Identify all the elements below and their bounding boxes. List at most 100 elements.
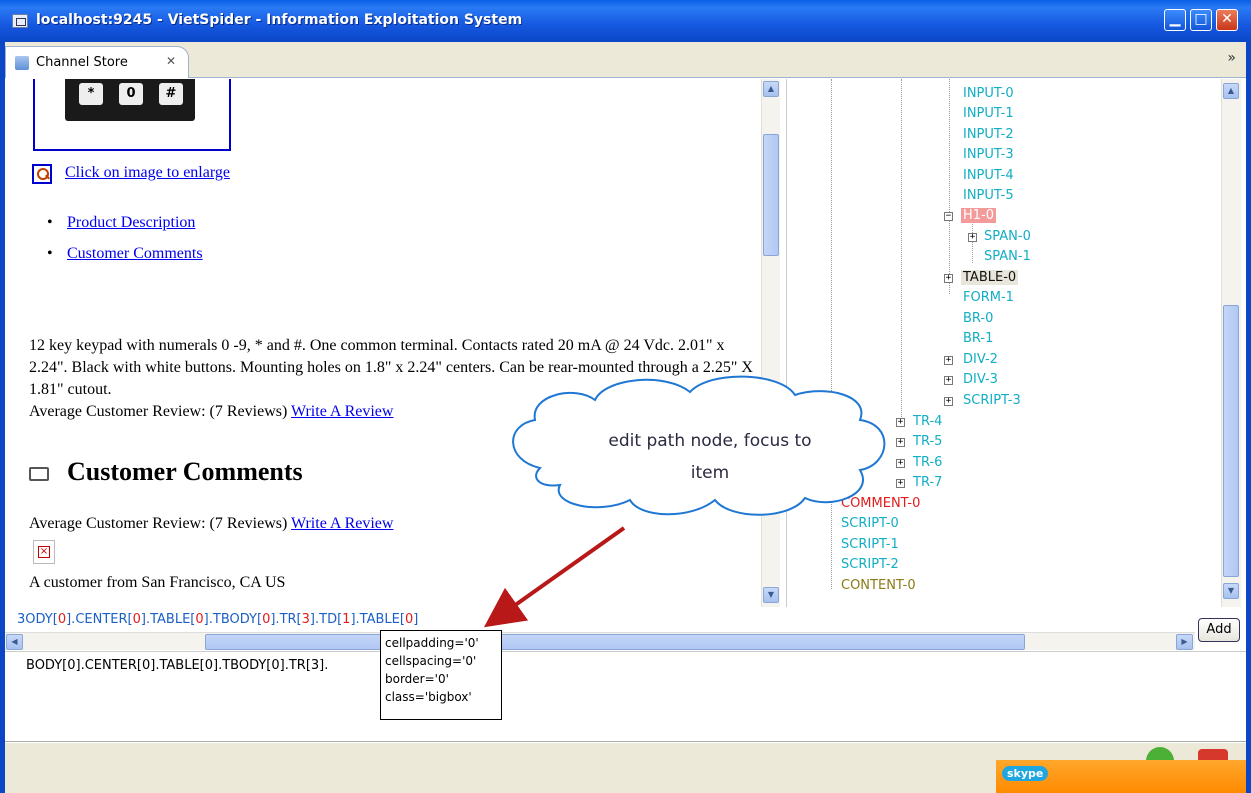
broken-image-icon: × [33,540,55,564]
chevron-more-icon[interactable]: » [1227,50,1236,66]
write-review-link-2[interactable]: Write A Review [291,515,393,532]
key-zero: 0 [119,83,143,105]
tab-label: Channel Store [36,55,128,70]
product-description-link[interactable]: Product Description [67,214,195,231]
dom-tree-pane: INPUT-0 INPUT-1 INPUT-2 INPUT-3 INPUT-4 … [786,79,1241,607]
tree-node[interactable]: SCRIPT-3 [963,393,1021,408]
window-title: localhost:9245 - VietSpider - Informatio… [36,12,523,28]
expand-icon[interactable]: + [944,376,953,385]
path-separator: ]. [309,612,320,627]
path-segment-index[interactable]: 0 [58,612,66,627]
path-segment-name[interactable]: TABLE[ [150,612,195,627]
scroll-thumb[interactable] [1223,305,1239,577]
scroll-right-button[interactable]: ▶ [1176,634,1193,650]
book-icon [29,467,49,482]
tree-node[interactable]: TR-5 [913,434,942,449]
tab-close-icon[interactable]: ✕ [166,54,176,68]
path-segment-name[interactable]: TR[ [280,612,302,627]
average-review-text: Average Customer Review: (7 Reviews) [29,515,288,532]
path-segment-index[interactable]: 0 [195,612,203,627]
window-frame-right [1246,42,1251,793]
scroll-left-button[interactable]: ◀ [6,634,23,650]
tooltip-line: class='bigbox' [385,690,472,704]
tree-node[interactable]: SCRIPT-2 [841,557,899,572]
path-separator: ]. [66,612,76,627]
customer-comments-heading: Customer Comments [29,457,303,487]
close-button[interactable]: ✕ [1216,9,1238,31]
web-preview-pane: * 0 # Click on image to enlarge Product … [5,79,759,607]
keypad-image: * 0 # [65,79,195,121]
key-hash: # [159,83,183,105]
path-input[interactable]: 3ODY[0].CENTER[0].TABLE[0].TBODY[0].TR[3… [17,612,418,627]
path-scrollbar[interactable]: ◀ ▶ [5,632,1195,650]
tree-node[interactable]: DIV-3 [963,372,998,387]
tree-node[interactable]: INPUT-0 [963,86,1014,101]
path-editor[interactable]: 3ODY[0].CENTER[0].TABLE[0].TBODY[0].TR[3… [5,607,1246,631]
magnifier-icon[interactable] [32,164,52,184]
tree-node[interactable]: TR-6 [913,455,942,470]
write-review-link[interactable]: Write A Review [291,403,393,420]
scroll-down-button[interactable]: ▼ [763,587,779,603]
tree-node[interactable]: FORM-1 [963,290,1014,305]
customer-comments-link[interactable]: Customer Comments [67,245,203,262]
tree-scrollbar[interactable]: ▲ ▼ [1221,79,1241,607]
path-segment-index[interactable]: 3 [302,612,310,627]
app-icon [12,14,28,28]
expand-icon[interactable]: + [968,233,977,242]
tree-node[interactable]: BR-0 [963,311,993,326]
path-segment-index[interactable]: 0 [133,612,141,627]
expand-icon[interactable]: + [944,356,953,365]
product-image[interactable]: * 0 # [33,79,231,151]
path-segment-name[interactable]: TD[ [319,612,342,627]
path-separator: ]. [140,612,151,627]
path-segment-name[interactable]: TABLE[ [360,612,405,627]
expand-icon[interactable]: + [944,274,953,283]
preview-scrollbar[interactable]: ▲ ▼ [761,79,780,607]
callout-line-1: edit path node, focus to [608,431,812,451]
path-segment-name[interactable]: CENTER[ [75,612,132,627]
tree-node[interactable]: BR-1 [963,331,993,346]
maximize-button[interactable]: □ [1190,9,1212,31]
tree-node[interactable]: TR-4 [913,414,942,429]
tree-node[interactable]: INPUT-1 [963,106,1014,121]
tree-node[interactable]: TR-7 [913,475,942,490]
selected-paths-list[interactable]: BODY[0].CENTER[0].TABLE[0].TBODY[0].TR[3… [5,651,1246,742]
scroll-up-button[interactable]: ▲ [1223,83,1239,99]
expand-icon[interactable]: + [944,397,953,406]
tree-node[interactable]: INPUT-4 [963,168,1014,183]
skype-bar[interactable]: skype [996,760,1246,793]
tree-node[interactable]: CONTENT-0 [841,578,916,593]
scroll-down-button[interactable]: ▼ [1223,583,1239,599]
enlarge-link[interactable]: Click on image to enlarge [65,164,230,182]
scroll-thumb[interactable] [205,634,1025,650]
scroll-up-button[interactable]: ▲ [763,81,779,97]
minimize-button[interactable]: ▁ [1164,9,1186,31]
tree-node[interactable]: TABLE-0 [961,270,1019,285]
window-title-bar: localhost:9245 - VietSpider - Informatio… [0,0,1251,42]
path-list-item[interactable]: BODY[0].CENTER[0].TABLE[0].TBODY[0].TR[3… [26,658,328,673]
tree-node[interactable]: SPAN-1 [984,249,1031,264]
tree-node[interactable]: SCRIPT-0 [841,516,899,531]
tab-channel-store[interactable]: Channel Store ✕ [5,46,189,78]
path-separator: ]. [270,612,280,627]
collapse-icon[interactable]: − [944,212,953,221]
tree-node-selected[interactable]: H1-0 [961,208,997,223]
tree-node[interactable]: SCRIPT-1 [841,537,899,552]
callout: edit path node, focus to item [510,388,910,508]
path-separator: ]. [350,612,360,627]
path-segment-index[interactable]: 0 [405,612,413,627]
path-separator: ]. [203,612,213,627]
tree-node[interactable]: INPUT-2 [963,127,1014,142]
tree-node[interactable]: INPUT-5 [963,188,1014,203]
path-segment-name[interactable]: 3ODY[ [17,612,58,627]
tree-node[interactable]: INPUT-3 [963,147,1014,162]
tooltip-line: border='0' [385,672,449,686]
node-attributes-tooltip: cellpadding='0' cellspacing='0' border='… [380,630,502,720]
path-segment-name[interactable]: TBODY[ [213,612,262,627]
skype-logo: skype [1002,766,1049,781]
tree-node[interactable]: DIV-2 [963,352,998,367]
add-button[interactable]: Add [1198,618,1240,642]
tree-node[interactable]: SPAN-0 [984,229,1031,244]
editor-tab-bar: Channel Store ✕ » [5,42,1246,78]
scroll-thumb[interactable] [763,134,779,256]
